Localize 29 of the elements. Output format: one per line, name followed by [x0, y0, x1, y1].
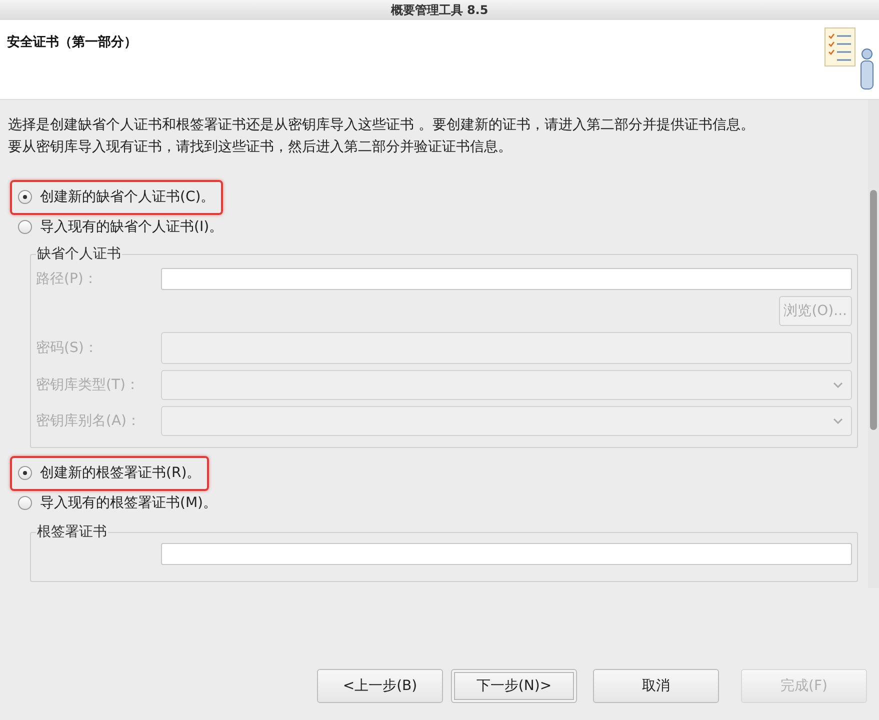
field-label: 密码(S)：	[36, 338, 99, 358]
radio-option[interactable]: 导入现有的根签署证书(M)。	[18, 492, 218, 514]
dropdown-field[interactable]	[161, 370, 852, 400]
group-title: 根签署证书	[36, 523, 108, 542]
wizard-button[interactable]: 下一步(N)>	[451, 669, 577, 703]
radio-button[interactable]	[18, 220, 32, 234]
radio-option[interactable]: 创建新的缺省个人证书(C)。	[18, 186, 215, 208]
field-label: 密钥库别名(A)：	[36, 412, 142, 430]
dropdown-field[interactable]	[161, 406, 852, 436]
page-title: 安全证书（第一部分）	[7, 34, 137, 52]
field-label: 路径(P)：	[36, 270, 98, 288]
radio-button[interactable]	[18, 496, 32, 510]
description-text: 要从密钥库导入现有证书，请找到这些证书，然后进入第二部分并验证证书信息。	[8, 138, 513, 157]
window-title: 概要管理工具 8.5	[0, 0, 879, 20]
description-text: 选择是创建缺省个人证书和根签署证书还是从密钥库导入这些证书 。要创建新的证书，请进入第二部分并提供证书信息。	[8, 116, 756, 135]
chevron-down-icon	[833, 418, 843, 424]
radio-button[interactable]	[18, 190, 32, 204]
path-field[interactable]	[161, 268, 852, 290]
wizard-button[interactable]: <上一步(B)	[317, 669, 443, 703]
chevron-down-icon	[833, 382, 843, 388]
wizard-button[interactable]: 取消	[593, 669, 719, 703]
scrollbar[interactable]	[868, 100, 879, 588]
radio-option[interactable]: 创建新的根签署证书(R)。	[18, 462, 201, 484]
password-field[interactable]	[161, 332, 852, 364]
path-field[interactable]	[161, 543, 852, 565]
group-title: 缺省个人证书	[36, 245, 122, 264]
field-label: 密钥库类型(T)：	[36, 376, 140, 394]
radio-option[interactable]: 导入现有的缺省个人证书(I)。	[18, 216, 224, 238]
radio-button[interactable]	[18, 466, 32, 480]
